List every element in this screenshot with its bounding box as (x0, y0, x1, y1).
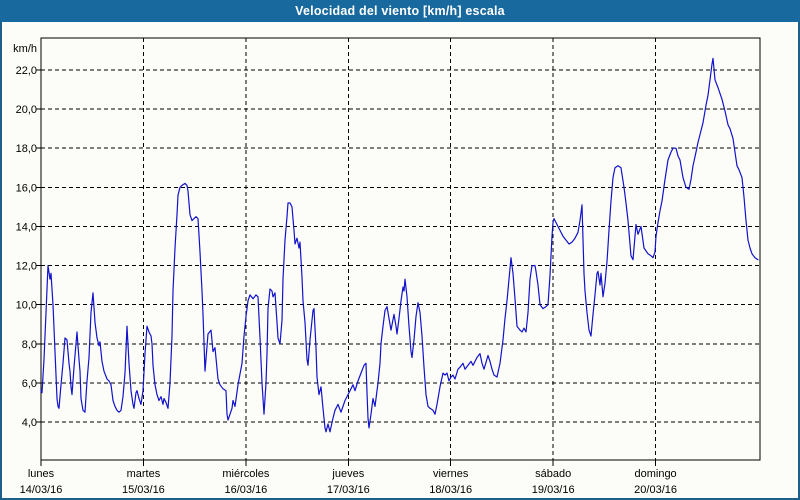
y-axis-unit-label: km/h (13, 43, 37, 55)
y-tick-label: 6,0 (22, 378, 37, 390)
x-day-date: 17/03/16 (327, 484, 370, 496)
y-tick-label: 20,0 (16, 104, 37, 116)
x-day-date: 15/03/16 (122, 484, 165, 496)
x-day-name: domingo (634, 468, 676, 480)
y-tick-label: 8,0 (22, 339, 37, 351)
y-tick-label: 22,0 (16, 65, 37, 77)
wind-speed-window: 22,0 20,0 18,0 16,0 14,0 12,0 10,0 8,0 6,0 4,0 lun… (0, 0, 800, 500)
y-tick-label: 12,0 (16, 261, 37, 273)
title-bar: Velocidad del viento [km/h] escala (0, 0, 800, 22)
y-tick-label: 4,0 (22, 417, 37, 429)
y-tick-label: 18,0 (16, 143, 37, 155)
x-day-name: sábado (535, 468, 571, 480)
wind-speed-line (41, 58, 758, 432)
x-day-date: 20/03/16 (634, 484, 677, 496)
window-frame (1, 11, 799, 499)
y-tick-label: 16,0 (16, 182, 37, 194)
x-day-date: 19/03/16 (532, 484, 575, 496)
x-day-date: 14/03/16 (20, 484, 63, 496)
window-title: Velocidad del viento [km/h] escala (295, 4, 505, 18)
plot-border (41, 38, 760, 460)
x-day-date: 18/03/16 (429, 484, 472, 496)
x-day-name: jueves (331, 468, 364, 480)
x-day-name: miércoles (222, 468, 270, 480)
y-tick-label: 14,0 (16, 221, 37, 233)
y-tick-label: 10,0 (16, 300, 37, 312)
wind-speed-chart: 22,0 20,0 18,0 16,0 14,0 12,0 10,0 8,0 6,0 4,0 lun… (0, 0, 800, 500)
x-day-name: martes (127, 468, 161, 480)
x-day-name: viernes (433, 468, 469, 480)
x-day-name: lunes (28, 468, 55, 480)
x-day-date: 16/03/16 (224, 484, 267, 496)
